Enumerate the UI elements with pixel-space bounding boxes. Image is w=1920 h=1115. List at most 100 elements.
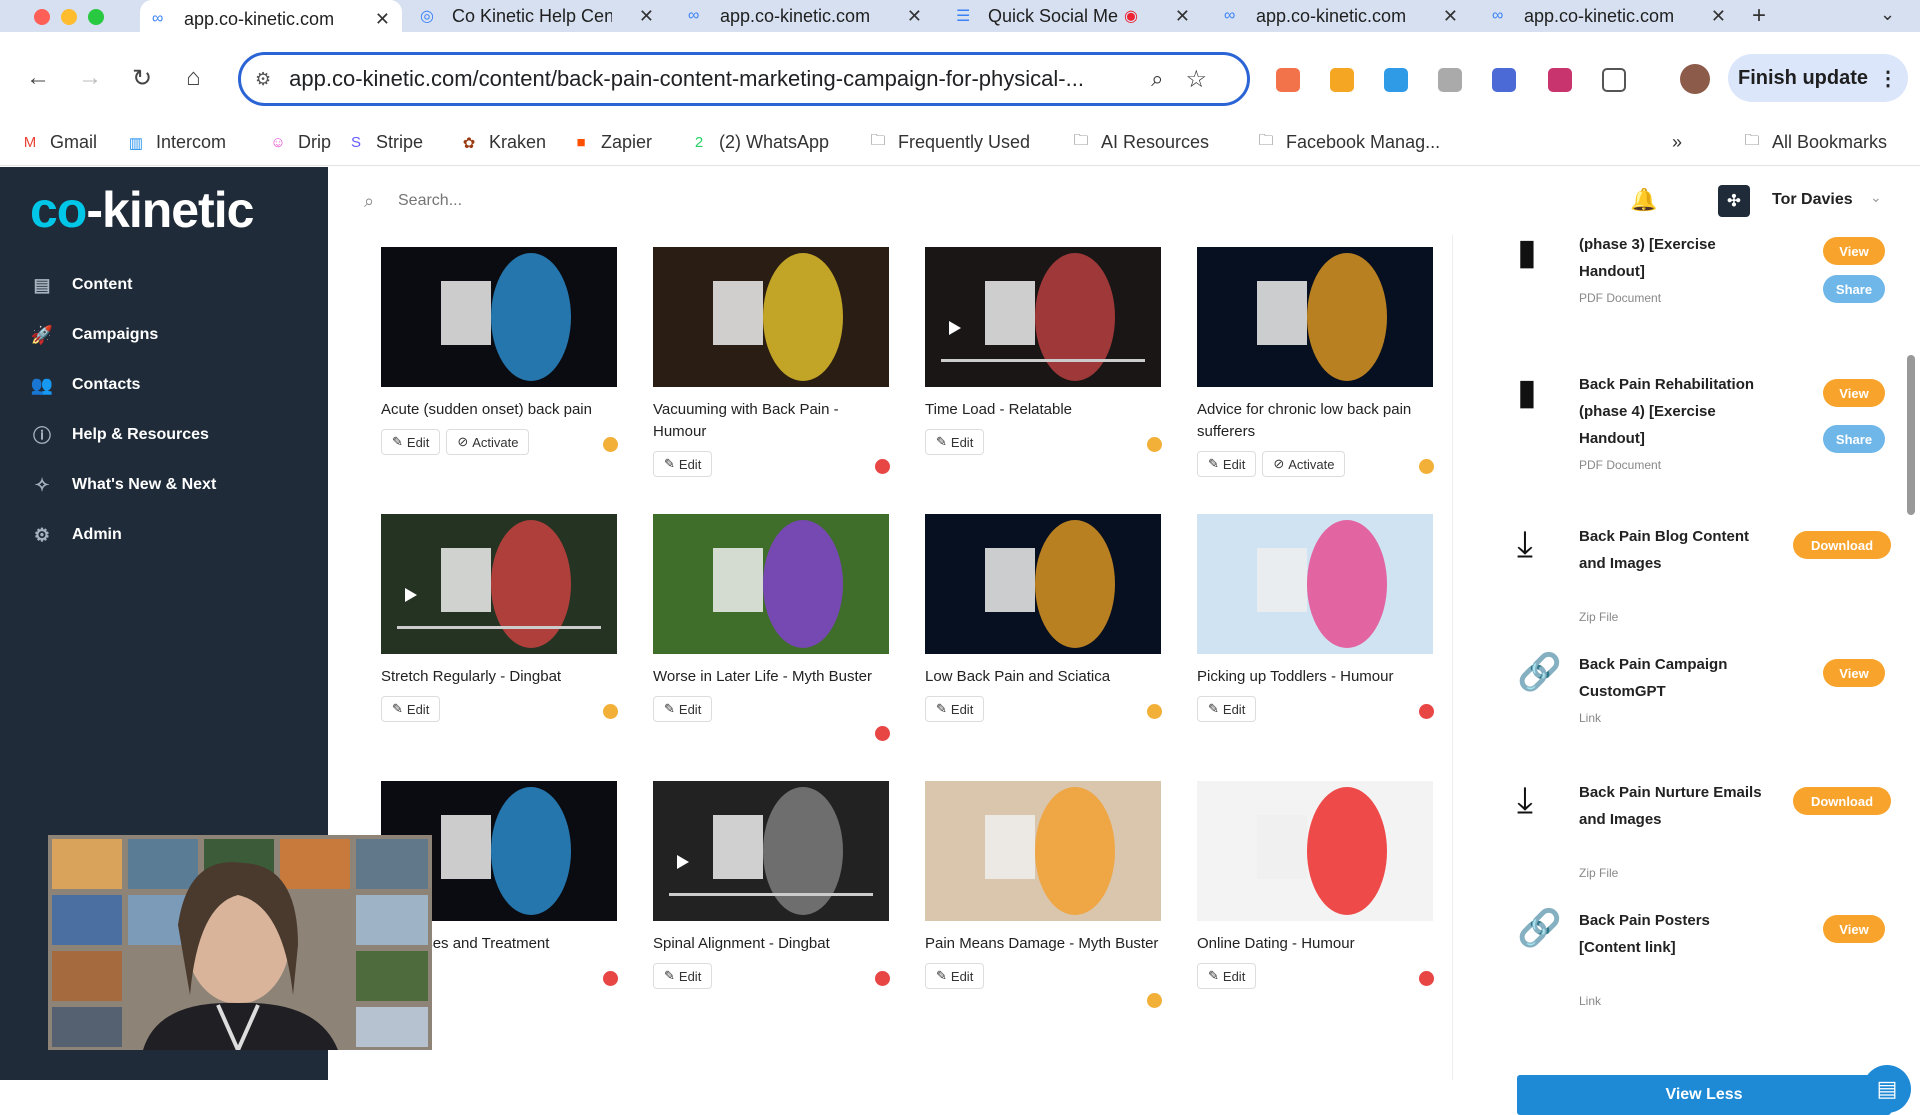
content-thumbnail[interactable] <box>925 514 1161 654</box>
content-thumbnail[interactable] <box>925 247 1161 387</box>
notification-bell-icon[interactable]: 🔔 <box>1630 187 1657 213</box>
bookmark-item[interactable]: 2 (2) WhatsApp <box>689 132 829 153</box>
play-icon[interactable] <box>677 855 689 869</box>
edit-button[interactable]: ✎ Edit <box>653 696 713 722</box>
bookmark-item[interactable]: ▥ Intercom <box>126 132 226 153</box>
bookmark-item[interactable]: ■ Zapier <box>571 132 652 153</box>
content-thumbnail[interactable] <box>653 247 889 387</box>
extension-icon[interactable] <box>1548 68 1572 92</box>
download-button[interactable]: Download <box>1793 787 1891 815</box>
content-thumbnail[interactable] <box>653 781 889 921</box>
content-card[interactable]: Vacuuming with Back Pain - Humour ✎ Edit <box>653 247 890 477</box>
content-card[interactable]: Picking up Toddlers - Humour ✎ Edit <box>1197 514 1434 722</box>
address-bar[interactable]: ⚙ app.co-kinetic.com/content/back-pain-c… <box>238 52 1250 106</box>
bookmark-item[interactable]: 🗀 Frequently Used <box>868 132 1030 153</box>
edit-button[interactable]: ✎ Edit <box>925 963 985 989</box>
bookmark-item[interactable]: S Stripe <box>346 132 423 153</box>
zoom-icon[interactable]: ⌕ <box>1151 66 1163 92</box>
sidebar-item-campaigns[interactable]: 🚀 Campaigns <box>30 324 158 346</box>
edit-button[interactable]: ✎ Edit <box>1197 963 1257 989</box>
content-card[interactable]: Acute (sudden onset) back pain ✎ Edit ⊘ Acti… <box>381 247 618 455</box>
site-settings-icon[interactable]: ⚙ <box>255 69 271 90</box>
content-thumbnail[interactable] <box>1197 247 1433 387</box>
camera-extension-icon[interactable] <box>1438 68 1462 92</box>
close-window-button[interactable] <box>34 9 50 25</box>
extension-icon[interactable] <box>1492 68 1516 92</box>
reload-icon[interactable]: ↻ <box>132 64 152 93</box>
content-thumbnail[interactable] <box>381 514 617 654</box>
content-card[interactable]: Time Load - Relatable ✎ Edit <box>925 247 1162 455</box>
content-thumbnail[interactable] <box>1197 781 1433 921</box>
close-tab-icon[interactable]: ✕ <box>639 6 654 27</box>
sidebar-item-what-s-new-next[interactable]: ✧ What's New & Next <box>30 474 216 496</box>
user-name[interactable]: Tor Davies <box>1772 191 1853 209</box>
new-tab-icon[interactable]: + <box>1752 2 1766 30</box>
download-button[interactable]: Download <box>1793 531 1891 559</box>
back-icon[interactable]: ← <box>26 64 50 92</box>
video-progress-bar[interactable] <box>397 626 601 629</box>
sidebar-item-admin[interactable]: ⚙ Admin <box>30 524 122 546</box>
view-button[interactable]: View <box>1823 659 1885 687</box>
content-card[interactable]: Pain Means Damage - Myth Buster ✎ Edit <box>925 781 1162 1008</box>
search-input[interactable] <box>398 189 698 213</box>
bookmark-item[interactable]: 🗀 AI Resources <box>1071 132 1209 153</box>
user-avatar[interactable]: ✣ <box>1718 185 1750 217</box>
edit-button[interactable]: ✎ Edit <box>1197 451 1257 477</box>
content-thumbnail[interactable] <box>653 514 889 654</box>
extension-icon[interactable] <box>1330 68 1354 92</box>
bookmark-item[interactable]: ☺ Drip <box>268 132 331 153</box>
content-thumbnail[interactable] <box>381 247 617 387</box>
play-icon[interactable] <box>405 588 417 602</box>
chevron-down-icon[interactable]: ⌄ <box>1870 189 1882 206</box>
activate-button[interactable]: ⊘ Activate <box>446 429 530 455</box>
content-card[interactable]: Advice for chronic low back pain suffere… <box>1197 247 1434 477</box>
edit-button[interactable]: ✎ Edit <box>381 429 441 455</box>
close-tab-icon[interactable]: ✕ <box>1711 6 1726 27</box>
finish-update-button[interactable]: Finish update ⋮ <box>1728 54 1908 102</box>
profile-avatar[interactable] <box>1680 64 1710 94</box>
activate-button[interactable]: ⊘ Activate <box>1262 451 1346 477</box>
close-tab-icon[interactable]: ✕ <box>375 9 390 30</box>
video-progress-bar[interactable] <box>941 359 1145 362</box>
view-button[interactable]: View <box>1823 915 1885 943</box>
minimize-window-button[interactable] <box>61 9 77 25</box>
co-kinetic-logo[interactable]: co-kinetic <box>30 181 254 239</box>
bookmark-star-icon[interactable]: ☆ <box>1185 65 1207 94</box>
view-button[interactable]: View <box>1823 379 1885 407</box>
maximize-window-button[interactable] <box>88 9 104 25</box>
content-card[interactable]: Worse in Later Life - Myth Buster ✎ Edit <box>653 514 890 741</box>
forward-icon[interactable]: → <box>78 64 102 92</box>
sidebar-item-help-resources[interactable]: ⓘ Help & Resources <box>30 424 209 446</box>
edit-button[interactable]: ✎ Edit <box>381 696 441 722</box>
content-thumbnail[interactable] <box>1197 514 1433 654</box>
edit-button[interactable]: ✎ Edit <box>653 963 713 989</box>
content-card[interactable]: Low Back Pain and Sciatica ✎ Edit <box>925 514 1162 722</box>
edit-button[interactable]: ✎ Edit <box>925 429 985 455</box>
tab-4[interactable]: ∞ app.co-kinetic.com ✕ <box>1212 0 1470 32</box>
bookmarks-overflow-icon[interactable]: » <box>1672 132 1682 153</box>
tab-1[interactable]: ◎ Co Kinetic Help Center ✕ <box>408 0 666 32</box>
bookmark-item[interactable]: ✿ Kraken <box>459 132 546 153</box>
content-card[interactable]: Online Dating - Humour ✎ Edit <box>1197 781 1434 989</box>
tab-2[interactable]: ∞ app.co-kinetic.com ✕ <box>676 0 934 32</box>
tab-5[interactable]: ∞ app.co-kinetic.com ✕ <box>1480 0 1738 32</box>
view-button[interactable]: View <box>1823 237 1885 265</box>
all-bookmarks[interactable]: 🗀 All Bookmarks <box>1742 132 1887 153</box>
edit-button[interactable]: ✎ Edit <box>1197 696 1257 722</box>
home-icon[interactable]: ⌂ <box>186 64 201 92</box>
sidebar-item-content[interactable]: ▤ Content <box>30 274 132 296</box>
view-less-button[interactable]: View Less <box>1517 1075 1891 1115</box>
tab-0[interactable]: ∞ app.co-kinetic.com ✕ <box>140 0 402 38</box>
share-button[interactable]: Share <box>1823 275 1885 303</box>
close-tab-icon[interactable]: ✕ <box>1443 6 1458 27</box>
sidebar-item-contacts[interactable]: 👥 Contacts <box>30 374 141 396</box>
chat-launcher-icon[interactable]: ▤ <box>1863 1065 1911 1113</box>
extensions-puzzle-icon[interactable] <box>1602 68 1626 92</box>
play-icon[interactable] <box>949 321 961 335</box>
extension-icon[interactable] <box>1384 68 1408 92</box>
video-progress-bar[interactable] <box>669 893 873 896</box>
edit-button[interactable]: ✎ Edit <box>653 451 713 477</box>
content-card[interactable]: Stretch Regularly - Dingbat ✎ Edit <box>381 514 618 722</box>
bookmark-item[interactable]: 🗀 Facebook Manag... <box>1256 132 1440 153</box>
edit-button[interactable]: ✎ Edit <box>925 696 985 722</box>
